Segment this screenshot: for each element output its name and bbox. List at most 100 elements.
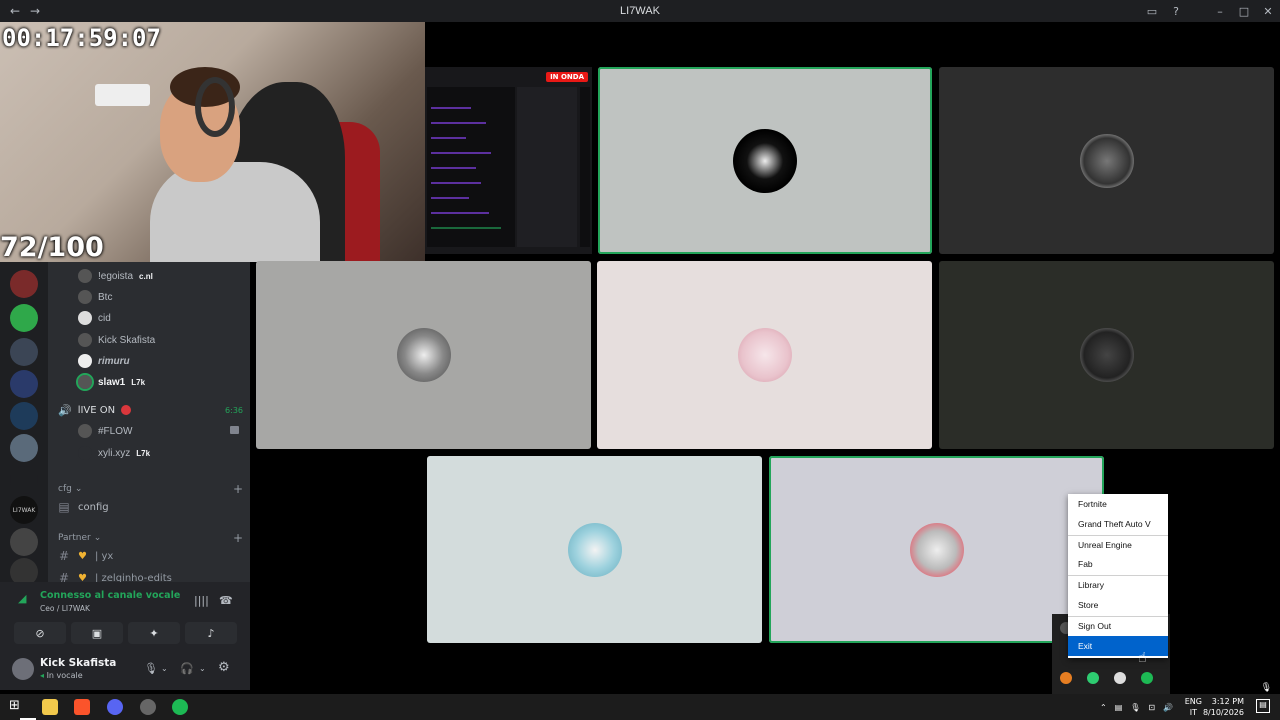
server-icon[interactable]: [10, 466, 38, 494]
minimize-button[interactable]: –: [1208, 5, 1232, 18]
disconnect-icon[interactable]: ☎: [219, 594, 233, 607]
network-icon[interactable]: ▤: [1115, 703, 1123, 712]
share-screen-button[interactable]: ▣: [71, 622, 123, 644]
server-icon[interactable]: [10, 402, 38, 430]
video-tile[interactable]: [939, 261, 1274, 449]
server-icon[interactable]: [10, 270, 38, 298]
channel-config[interactable]: ▤ config: [58, 498, 243, 516]
activities-button[interactable]: ✦: [128, 622, 180, 644]
ethernet-icon[interactable]: ⊡: [1148, 703, 1155, 712]
avatar: [737, 328, 792, 382]
channel-name: config: [78, 501, 109, 513]
menu-item-unreal-engine[interactable]: Unreal Engine: [1068, 535, 1168, 555]
member-item[interactable]: Kick Skafista: [78, 331, 155, 349]
clock[interactable]: 3:12 PM 8/10/2026: [1203, 696, 1244, 718]
member-item[interactable]: slaw1 L7k: [76, 373, 146, 391]
spotify-tray-icon[interactable]: [1141, 672, 1153, 684]
add-channel-icon[interactable]: +: [233, 531, 243, 545]
chevron-up-icon[interactable]: ⌃: [1100, 703, 1107, 712]
avatar: [76, 373, 94, 391]
member-item[interactable]: Btc: [78, 288, 112, 306]
menu-item-fortnite[interactable]: Fortnite: [1068, 494, 1168, 514]
air-conditioner: [95, 84, 150, 106]
forward-arrow-icon[interactable]: →: [28, 4, 42, 18]
screen-share-tile[interactable]: IN ONDA: [425, 67, 592, 254]
tray-app-icon[interactable]: [1114, 672, 1126, 684]
microphone-icon[interactable]: 🎙: [144, 662, 158, 675]
gear-icon[interactable]: ⚙: [218, 660, 230, 675]
webcam-overlay: [0, 22, 425, 262]
member-name: slaw1: [98, 376, 126, 388]
live-badge: IN ONDA: [546, 72, 588, 82]
soundboard-button[interactable]: ♪: [185, 622, 237, 644]
language-indicator[interactable]: ENG IT: [1185, 696, 1202, 718]
member-item[interactable]: !egoista c.nl: [78, 267, 153, 285]
category-cfg[interactable]: cfg ⌄ +: [58, 482, 243, 496]
menu-item-library[interactable]: Library: [1068, 575, 1168, 595]
server-icon[interactable]: [10, 304, 38, 332]
member-tag: L7k: [136, 448, 151, 458]
context-menu: Fortnite Grand Theft Auto V Unreal Engin…: [1068, 494, 1168, 658]
member-name: rimuru: [98, 355, 130, 367]
brave-browser-icon[interactable]: [74, 699, 90, 715]
menu-item-fab[interactable]: Fab: [1068, 554, 1168, 574]
member-item[interactable]: cid: [78, 309, 111, 327]
menu-item-exit[interactable]: Exit: [1068, 636, 1168, 656]
close-button[interactable]: ✕: [1256, 5, 1280, 18]
back-arrow-icon[interactable]: ←: [8, 4, 22, 18]
menu-item-gta-v[interactable]: Grand Theft Auto V: [1068, 514, 1168, 534]
tray-app-icon[interactable]: [1060, 672, 1072, 684]
voice-status[interactable]: Connesso al canale vocale: [40, 590, 180, 601]
avatar: [396, 328, 451, 382]
chevron-down-icon[interactable]: ⌄: [161, 664, 168, 673]
avatar: [733, 128, 797, 193]
headphones-icon[interactable]: 🎧: [180, 662, 194, 675]
menu-item-store[interactable]: Store: [1068, 595, 1168, 615]
volume-icon[interactable]: 🔊: [1163, 703, 1173, 712]
discord-icon[interactable]: [107, 699, 123, 715]
member-item[interactable]: rimuru: [78, 352, 130, 370]
user-name[interactable]: Kick Skafista: [40, 657, 116, 669]
add-channel-icon[interactable]: +: [233, 482, 243, 496]
voice-member[interactable]: #FLOW: [78, 422, 132, 440]
maximize-button[interactable]: □: [1232, 5, 1256, 18]
camera-off-button[interactable]: ⊘: [14, 622, 66, 644]
notification-icon[interactable]: ▤: [1256, 699, 1270, 713]
category-label: cfg: [58, 484, 72, 494]
server-icon[interactable]: [10, 528, 38, 556]
headset: [195, 77, 235, 137]
stream-counter: 72/100: [0, 232, 104, 263]
member-name: Btc: [98, 291, 113, 303]
video-tile[interactable]: [597, 261, 932, 449]
channel-yx[interactable]: # ♥ | yx: [58, 547, 243, 565]
category-partner[interactable]: Partner ⌄ +: [58, 531, 243, 545]
member-name: !egoista: [98, 270, 134, 282]
video-tile[interactable]: [598, 67, 932, 254]
file-explorer-icon[interactable]: [42, 699, 58, 715]
voice-channel-name: lIVE ON: [77, 404, 116, 416]
noise-suppression-icon[interactable]: ||||: [194, 594, 209, 607]
voice-location[interactable]: Ceo / LI7WAK: [40, 604, 90, 613]
voice-channel[interactable]: 🔊 lIVE ON 6:36: [58, 402, 243, 418]
mic-indicator-icon: 🎙: [1260, 683, 1272, 693]
menu-item-sign-out[interactable]: Sign Out: [1068, 616, 1168, 636]
server-icon[interactable]: [10, 338, 38, 366]
member-tag: L7k: [131, 377, 146, 387]
server-icon[interactable]: [10, 370, 38, 398]
windows-start-icon[interactable]: ⊞: [9, 698, 25, 714]
server-icon[interactable]: [10, 434, 38, 462]
spotify-icon[interactable]: [172, 699, 188, 715]
chevron-down-icon[interactable]: ⌄: [199, 664, 206, 673]
obs-icon[interactable]: [140, 699, 156, 715]
server-icon-li7wak[interactable]: LI7WAK: [10, 496, 38, 524]
video-tile[interactable]: [427, 456, 762, 643]
voice-member[interactable]: xyli.xyz L7k: [78, 444, 150, 462]
video-tile[interactable]: [256, 261, 591, 449]
video-tile[interactable]: [939, 67, 1274, 254]
hand-cursor-icon: ☝: [1138, 650, 1147, 666]
inbox-icon[interactable]: ▭: [1140, 5, 1164, 18]
tray-app-icon[interactable]: [1087, 672, 1099, 684]
mic-tray-icon[interactable]: 🎙: [1130, 703, 1140, 712]
help-icon[interactable]: ?: [1164, 5, 1188, 18]
avatar[interactable]: [12, 658, 34, 680]
